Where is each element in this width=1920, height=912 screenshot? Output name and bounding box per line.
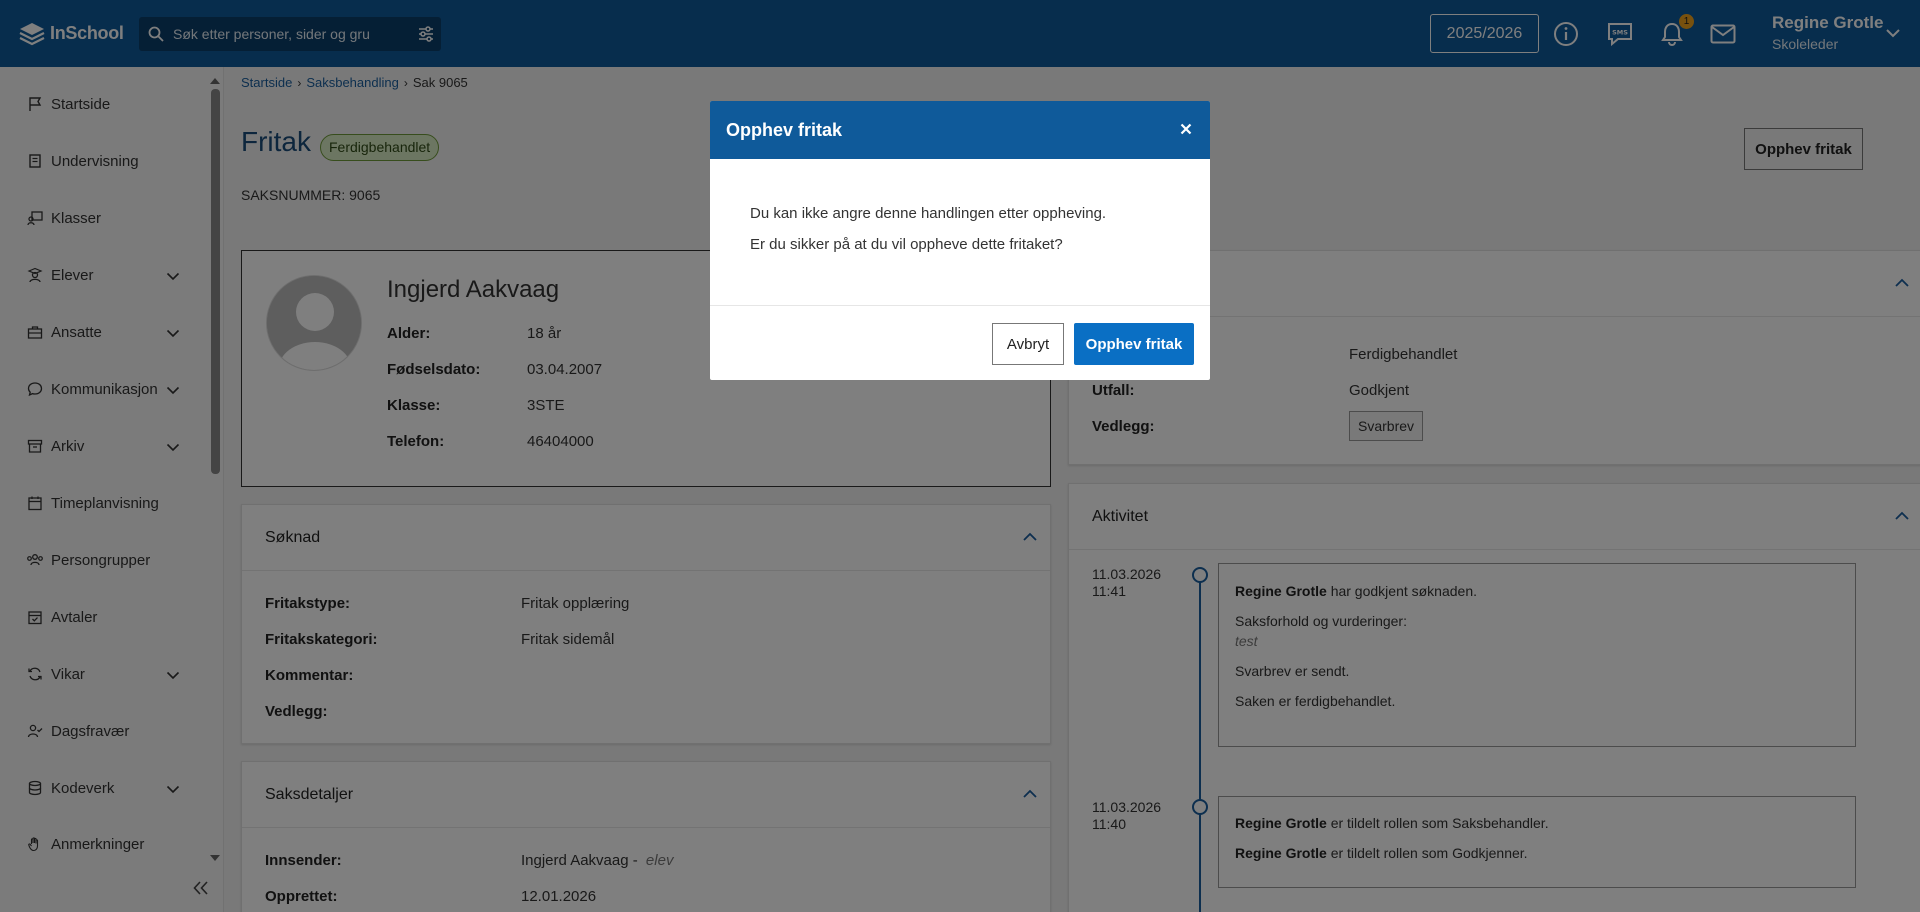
dialog-body: Du kan ikke angre denne handlingen etter… <box>710 159 1210 306</box>
dialog-question-text: Er du sikker på at du vil oppheve dette … <box>750 236 1063 253</box>
dialog-warning-text: Du kan ikke angre denne handlingen etter… <box>750 205 1107 222</box>
cancel-button[interactable]: Avbryt <box>992 323 1064 365</box>
close-icon[interactable] <box>1176 119 1196 139</box>
dialog-header: Opphev fritak <box>710 101 1210 159</box>
dialog-title: Opphev fritak <box>726 119 843 140</box>
revoke-exemption-dialog: Opphev fritak Du kan ikke angre denne ha… <box>710 101 1210 380</box>
dialog-footer: Avbryt Opphev fritak <box>710 306 1210 380</box>
confirm-revoke-button[interactable]: Opphev fritak <box>1074 323 1194 365</box>
